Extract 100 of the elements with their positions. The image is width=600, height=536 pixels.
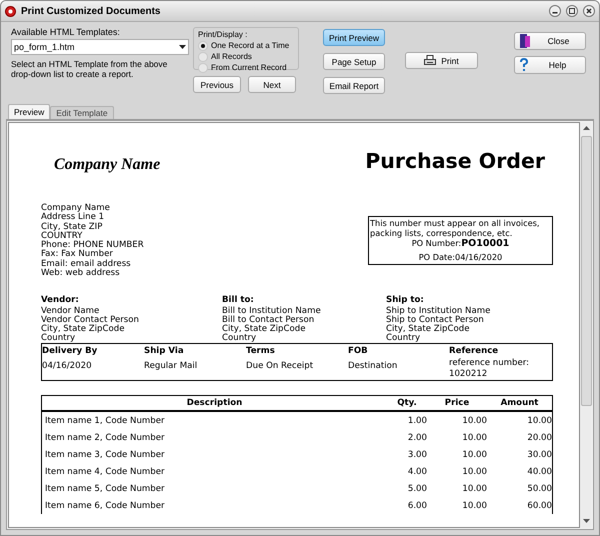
table-cell-text: Item name 2, Code Number (44, 432, 166, 443)
table-cell-text: 3.00 (406, 450, 427, 460)
group-legend: Print/Display : (198, 30, 248, 39)
party-line: Country (222, 334, 258, 344)
window-title: Print Customized Documents (21, 6, 162, 16)
party-line: Vendor Contact Person (41, 316, 140, 325)
address-line: COUNTRY (41, 232, 82, 241)
table-cell-text: 10.00 (461, 450, 487, 460)
party-line: City, State ZipCode (386, 324, 471, 334)
table-cell-text: 6.00 (406, 500, 427, 511)
info-heading: FOB (348, 346, 369, 356)
action-button[interactable]: Email Report (323, 77, 385, 94)
table-cell-text: 40.00 (526, 466, 552, 477)
column-header: Qty. (396, 398, 418, 408)
action-button[interactable]: Print Preview (323, 29, 385, 46)
po-number: PO10001 (461, 238, 510, 249)
table-cell-text: Item name 4, Code Number (44, 466, 166, 477)
scroll-thumb[interactable] (580, 136, 592, 406)
address-line: Fax: Fax Number (41, 250, 114, 260)
table-cell-text: Item name 6, Code Number (44, 500, 166, 511)
address-line: Email: email address (41, 260, 132, 269)
party-line: Vendor Name (41, 306, 100, 316)
table-cell-text: 10.00 (461, 466, 487, 477)
info-value: Due On Receipt (246, 361, 314, 372)
printer-icon (424, 55, 436, 66)
party-line: City, State ZipCode (222, 324, 307, 334)
nav-button[interactable]: Next (248, 76, 296, 93)
print-button[interactable]: Print (405, 52, 478, 69)
party-line: City, State ZipCode (41, 324, 126, 334)
info-heading: Delivery By (42, 346, 98, 356)
caret-icon (179, 45, 186, 49)
company-name: Company Name (54, 156, 160, 174)
info-heading: Reference (449, 346, 500, 356)
help-button[interactable]: Help (514, 56, 586, 74)
template-label: Available HTML Templates: (11, 27, 121, 37)
scroll-up-icon[interactable] (582, 126, 590, 131)
table-cell-text: 10.00 (526, 416, 552, 426)
address-line: City, State ZIP (41, 222, 104, 232)
party-heading: Ship to: (386, 296, 425, 306)
info-value: Regular Mail (144, 361, 198, 372)
address-line: Web: web address (41, 269, 121, 278)
action-button[interactable]: Page Setup (323, 53, 385, 70)
address-line: Company Name (41, 204, 111, 213)
radio-label[interactable]: All Records (211, 52, 252, 61)
close-icon[interactable] (583, 5, 595, 17)
info-value: 04/16/2020 (42, 361, 93, 372)
template-hint: Select an HTML Template from the above drop-down list to create a report. (11, 59, 168, 79)
table-cell-text: Item name 5, Code Number (44, 484, 166, 494)
app-icon (5, 6, 16, 16)
table-cell-text: 30.00 (526, 450, 552, 460)
help-icon (519, 58, 529, 72)
document-title: Purchase Order (365, 149, 545, 173)
party-heading: Vendor: (41, 296, 80, 306)
info-heading: Ship Via (144, 346, 185, 356)
scroll-down-icon[interactable] (582, 519, 590, 524)
column-header: Price (444, 398, 470, 408)
party-line: Bill to Contact Person (222, 316, 316, 325)
info-value: reference number: 1020212 (449, 358, 530, 380)
table-cell-text: Item name 3, Code Number (44, 450, 166, 460)
party-line: Bill to Institution Name (222, 306, 322, 316)
close-button[interactable]: Close (514, 32, 586, 50)
radio-button[interactable] (198, 40, 208, 50)
table-cell-text: 10.00 (461, 484, 487, 494)
party-line: Ship to Contact Person (386, 316, 485, 325)
party-line: Country (386, 334, 422, 344)
tab[interactable]: Preview (8, 104, 50, 119)
table-cell-text: 2.00 (406, 432, 427, 443)
address-line: Address Line 1 (41, 213, 106, 222)
table-cell-text: 10.00 (461, 432, 487, 443)
table-cell-text: 4.00 (406, 466, 427, 477)
table-cell-text: 10.00 (461, 416, 487, 426)
radio-button[interactable] (198, 62, 208, 72)
door-icon (519, 34, 531, 48)
po-date-label: PO Date: (418, 252, 456, 262)
info-value: Destination (348, 361, 398, 372)
party-heading: Bill to: (222, 296, 255, 306)
template-dropdown[interactable]: po_form_1.htm (11, 39, 189, 55)
minimize-icon[interactable] (549, 5, 561, 17)
info-heading: Terms (246, 346, 276, 356)
party-line: Ship to Institution Name (386, 306, 492, 316)
scrollbar[interactable] (580, 122, 592, 528)
column-header: Description (186, 398, 244, 408)
po-note: This number must appear on all invoices, packing lists, correspondence, etc. (370, 218, 541, 238)
address-line: Phone: PHONE NUMBER (41, 241, 144, 250)
table-cell-text: 50.00 (526, 484, 552, 494)
po-date: 04/16/2020 (455, 252, 502, 262)
party-line: Country (41, 334, 76, 344)
radio-label[interactable]: From Current Record (211, 63, 287, 72)
column-header: Amount (500, 398, 540, 408)
tab[interactable]: Edit Template (50, 106, 114, 119)
radio-label[interactable]: One Record at a Time (211, 41, 290, 50)
table-cell-text: 1.00 (406, 416, 427, 426)
table-cell-text: 5.00 (406, 484, 427, 494)
table-cell-text: Item name 1, Code Number (44, 416, 166, 426)
maximize-icon[interactable] (566, 5, 578, 17)
po-number-label: PO Number: (412, 238, 462, 248)
nav-button[interactable]: Previous (193, 76, 241, 93)
table-cell-text: 10.00 (461, 500, 487, 511)
table-cell-text: 60.00 (526, 500, 552, 511)
radio-button[interactable] (198, 52, 208, 62)
